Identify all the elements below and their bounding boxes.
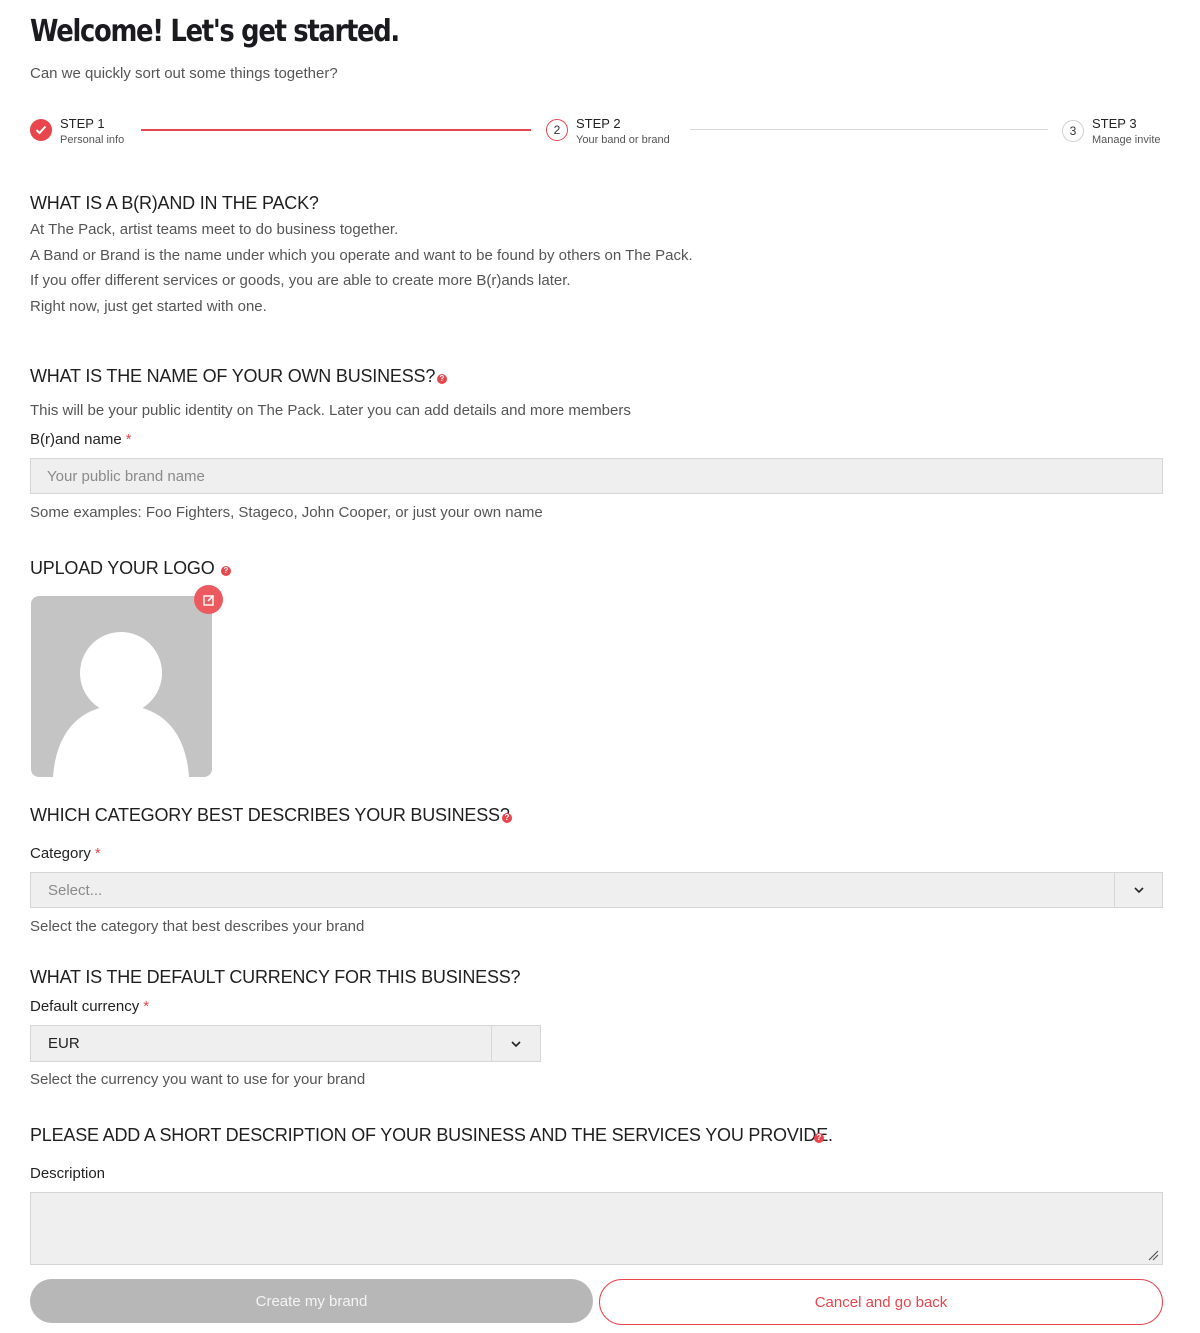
required-mark: * — [94, 845, 101, 862]
brand-name-label-text: B(r)and name — [30, 431, 122, 448]
question-icon[interactable]: ? — [502, 813, 512, 823]
step-connector-pending — [690, 129, 1048, 130]
brand-name-placeholder: Your public brand name — [47, 467, 205, 485]
step-3-title: STEP 3 — [1092, 116, 1137, 131]
step-2-title: STEP 2 — [576, 116, 621, 131]
question-icon[interactable]: ? — [814, 1133, 824, 1143]
intro-line: A Band or Brand is the name under which … — [30, 246, 693, 264]
name-section-heading: WHAT IS THE NAME OF YOUR OWN BUSINESS? — [30, 366, 436, 386]
edit-logo-button[interactable] — [194, 585, 223, 614]
chevron-down-icon[interactable] — [491, 1026, 540, 1061]
currency-value: EUR — [48, 1035, 80, 1052]
brand-name-hint: Some examples: Foo Fighters, Stageco, Jo… — [30, 504, 543, 521]
page-title: Welcome! Let's get started. — [30, 14, 400, 49]
question-icon[interactable]: ? — [437, 374, 447, 384]
step-1-title: STEP 1 — [60, 116, 105, 131]
intro-line: If you offer different services or goods… — [30, 272, 571, 289]
description-textarea[interactable] — [30, 1192, 1163, 1265]
category-label-text: Category — [30, 845, 91, 862]
required-mark: * — [125, 431, 132, 448]
currency-hint: Select the currency you want to use for … — [30, 1071, 366, 1088]
question-icon[interactable]: ? — [221, 566, 231, 576]
check-icon — [35, 125, 47, 135]
category-hint: Select the category that best describes … — [30, 918, 365, 935]
step-3-subtitle: Manage invite — [1092, 134, 1161, 146]
logo-section-heading: UPLOAD YOUR LOGO — [30, 558, 215, 578]
chevron-down-icon[interactable] — [1114, 873, 1162, 907]
category-select[interactable]: Select... — [30, 872, 1163, 908]
intro-text: At The Pack, artist teams meet to do bus… — [30, 217, 693, 319]
step-1-complete-icon — [30, 119, 52, 141]
currency-section-heading: WHAT IS THE DEFAULT CURRENCY FOR THIS BU… — [30, 967, 521, 987]
edit-icon — [202, 594, 214, 606]
name-section-description: This will be your public identity on The… — [30, 402, 631, 419]
step-3-indicator: 3 — [1062, 120, 1084, 142]
brand-name-input[interactable]: Your public brand name — [30, 458, 1163, 494]
avatar-placeholder-icon — [53, 632, 189, 777]
step-2-subtitle: Your band or brand — [576, 134, 670, 146]
step-connector-complete — [141, 129, 531, 131]
category-placeholder: Select... — [48, 881, 103, 899]
cancel-button[interactable]: Cancel and go back — [599, 1279, 1163, 1325]
category-label: Category * — [30, 845, 101, 862]
resize-handle-icon[interactable] — [1147, 1249, 1159, 1261]
intro-line: At The Pack, artist teams meet to do bus… — [30, 221, 399, 238]
description-label: Description — [30, 1165, 106, 1182]
logo-upload-area[interactable] — [31, 596, 212, 777]
intro-heading: WHAT IS A B(R)AND IN THE PACK? — [30, 193, 319, 213]
page-subtitle: Can we quickly sort out some things toge… — [30, 65, 338, 82]
step-2-indicator: 2 — [546, 119, 568, 141]
currency-label: Default currency * — [30, 998, 149, 1015]
step-1-subtitle: Personal info — [60, 134, 125, 146]
required-mark: * — [143, 998, 150, 1015]
description-section-heading: PLEASE ADD A SHORT DESCRIPTION OF YOUR B… — [30, 1125, 833, 1145]
currency-select[interactable]: EUR — [30, 1025, 541, 1062]
brand-name-label: B(r)and name * — [30, 431, 132, 448]
create-brand-button[interactable]: Create my brand — [30, 1279, 593, 1323]
category-section-heading: WHICH CATEGORY BEST DESCRIBES YOUR BUSIN… — [30, 805, 510, 825]
intro-line: Right now, just get started with one. — [30, 297, 267, 315]
currency-label-text: Default currency — [30, 998, 140, 1015]
